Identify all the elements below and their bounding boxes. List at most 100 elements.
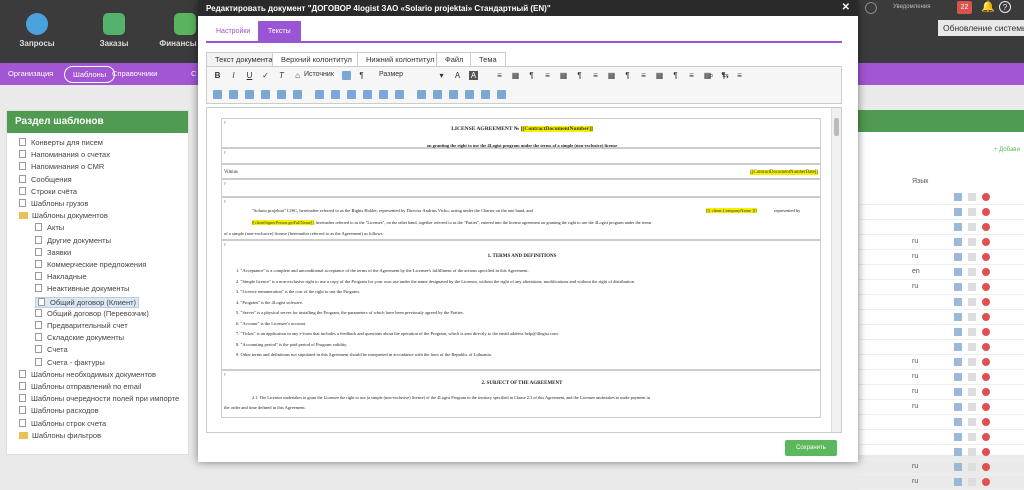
tree-item[interactable]: Предварительный счет bbox=[35, 321, 128, 330]
underline-icon[interactable]: U bbox=[245, 71, 254, 80]
add-button[interactable]: + Добави bbox=[994, 147, 1020, 153]
delete-icon[interactable] bbox=[982, 298, 990, 306]
table-tool-icon[interactable] bbox=[481, 90, 490, 99]
subnav-templates[interactable]: Шаблоны bbox=[64, 66, 116, 83]
edit-icon[interactable] bbox=[954, 448, 962, 456]
table-row[interactable]: ru bbox=[858, 460, 1024, 475]
tab-header[interactable]: Верхний колонтитул bbox=[272, 52, 361, 67]
document-editor[interactable]: P LICENSE AGREEMENT № [[ContractDocument… bbox=[206, 107, 842, 433]
tree-item[interactable]: Шаблоны очередности полей при импорте bbox=[19, 394, 179, 403]
globe-icon[interactable] bbox=[865, 2, 877, 14]
table-tool-icon[interactable] bbox=[245, 90, 254, 99]
delete-icon[interactable] bbox=[982, 463, 990, 471]
delete-icon[interactable] bbox=[982, 418, 990, 426]
bell-icon[interactable]: 🔔 bbox=[981, 1, 995, 13]
save-button[interactable]: Сохранить bbox=[785, 440, 837, 456]
table-row[interactable] bbox=[858, 190, 1024, 205]
text-direction-icon[interactable]: ¶ bbox=[357, 71, 366, 80]
tab-texts[interactable]: Тексты bbox=[258, 21, 301, 43]
copy-icon[interactable] bbox=[968, 193, 976, 201]
toolbar-format-icon[interactable]: ▦ bbox=[655, 71, 664, 80]
table-tool-icon[interactable] bbox=[347, 90, 356, 99]
edit-icon[interactable] bbox=[954, 403, 962, 411]
tree-item[interactable]: Шаблоны документов bbox=[19, 211, 108, 220]
italic-icon[interactable]: I bbox=[229, 71, 238, 80]
nav-orders[interactable]: Заказы bbox=[80, 0, 148, 63]
delete-icon[interactable] bbox=[982, 343, 990, 351]
tree-item[interactable]: Напоминания о CMR bbox=[19, 162, 104, 171]
delete-icon[interactable] bbox=[982, 238, 990, 246]
table-row[interactable]: ru bbox=[858, 280, 1024, 295]
paste-icon[interactable] bbox=[342, 71, 351, 80]
edit-icon[interactable] bbox=[954, 463, 962, 471]
copy-icon[interactable] bbox=[968, 463, 976, 471]
table-row[interactable] bbox=[858, 220, 1024, 235]
table-tool-icon[interactable] bbox=[277, 90, 286, 99]
subnav-organization[interactable]: Организация bbox=[8, 69, 53, 78]
tab-settings[interactable]: Настройки bbox=[206, 21, 260, 43]
tree-item[interactable]: Акты bbox=[35, 223, 64, 232]
tree-item[interactable]: Напоминания о счетах bbox=[19, 150, 110, 159]
clear-format-icon[interactable]: T bbox=[277, 71, 286, 80]
toolbar-format-icon[interactable]: ¶ bbox=[623, 71, 632, 80]
copy-icon[interactable] bbox=[968, 238, 976, 246]
delete-icon[interactable] bbox=[982, 223, 990, 231]
nav-finance[interactable]: Финансы bbox=[158, 0, 198, 63]
toolbar-format-icon[interactable]: ≡ bbox=[735, 71, 744, 80]
tree-item[interactable]: Шаблоны расходов bbox=[19, 406, 99, 415]
tree-item[interactable]: Шаблоны фильтров bbox=[19, 431, 101, 440]
delete-icon[interactable] bbox=[982, 328, 990, 336]
copy-icon[interactable] bbox=[968, 253, 976, 261]
edit-icon[interactable] bbox=[954, 238, 962, 246]
delete-icon[interactable] bbox=[982, 253, 990, 261]
table-row[interactable]: ru bbox=[858, 385, 1024, 400]
copy-icon[interactable] bbox=[968, 223, 976, 231]
copy-icon[interactable] bbox=[968, 403, 976, 411]
source-icon[interactable]: ⌂ bbox=[293, 71, 302, 80]
edit-icon[interactable] bbox=[954, 208, 962, 216]
toolbar-format-icon[interactable]: ≡ bbox=[543, 71, 552, 80]
tree-item[interactable]: Строки счёта bbox=[19, 186, 77, 196]
tree-item[interactable]: Счета - фактуры bbox=[35, 357, 105, 367]
table-tool-icon[interactable] bbox=[261, 90, 270, 99]
table-row[interactable] bbox=[858, 205, 1024, 220]
subnav-more[interactable]: С bbox=[191, 69, 196, 78]
toolbar-format-icon[interactable]: ≡ bbox=[591, 71, 600, 80]
tree-item[interactable]: Общий договор (Перевозчик) bbox=[35, 308, 149, 318]
copy-icon[interactable] bbox=[968, 373, 976, 381]
edit-icon[interactable] bbox=[954, 328, 962, 336]
delete-icon[interactable] bbox=[982, 313, 990, 321]
copy-icon[interactable] bbox=[968, 268, 976, 276]
edit-icon[interactable] bbox=[954, 373, 962, 381]
delete-icon[interactable] bbox=[982, 433, 990, 441]
delete-icon[interactable] bbox=[982, 448, 990, 456]
table-row[interactable]: ru bbox=[858, 355, 1024, 370]
toolbar-format-icon[interactable]: ≡ bbox=[639, 71, 648, 80]
table-tool-icon[interactable] bbox=[465, 90, 474, 99]
nav-requests[interactable]: Запросы bbox=[3, 0, 71, 63]
toolbar-format-icon[interactable]: ≡ bbox=[495, 71, 504, 80]
tree-item[interactable]: Счета bbox=[35, 345, 68, 354]
delete-icon[interactable] bbox=[982, 403, 990, 411]
table-tool-icon[interactable] bbox=[229, 90, 238, 99]
copy-icon[interactable] bbox=[968, 358, 976, 366]
help-icon[interactable]: ? bbox=[999, 1, 1011, 13]
table-row[interactable] bbox=[858, 415, 1024, 430]
tree-item[interactable]: Шаблоны строк счета bbox=[19, 418, 106, 428]
table-tool-icon[interactable] bbox=[293, 90, 302, 99]
copy-icon[interactable] bbox=[968, 328, 976, 336]
edit-icon[interactable] bbox=[954, 358, 962, 366]
copy-icon[interactable] bbox=[968, 298, 976, 306]
copy-icon[interactable] bbox=[968, 433, 976, 441]
delete-icon[interactable] bbox=[982, 478, 990, 486]
table-row[interactable]: ru bbox=[858, 235, 1024, 250]
toolbar-format-icon[interactable]: ▦ bbox=[511, 71, 520, 80]
delete-icon[interactable] bbox=[982, 388, 990, 396]
tab-footer[interactable]: Нижний колонтитул bbox=[357, 52, 444, 67]
toolbar-format-icon[interactable]: ▦ bbox=[607, 71, 616, 80]
tree-item[interactable]: Шаблоны отправлений по email bbox=[19, 382, 141, 391]
tab-file[interactable]: Файл bbox=[436, 52, 473, 67]
delete-icon[interactable] bbox=[982, 193, 990, 201]
subnav-references[interactable]: Справочники bbox=[112, 69, 157, 78]
table-row[interactable] bbox=[858, 445, 1024, 460]
